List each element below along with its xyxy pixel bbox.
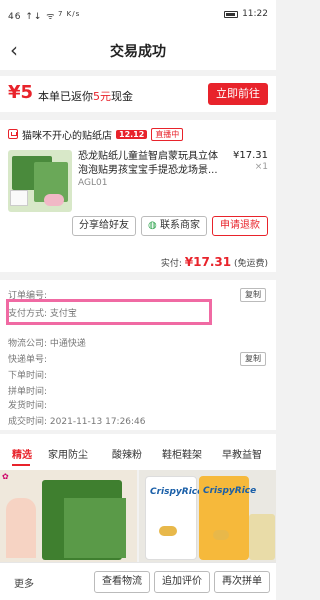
product-image[interactable] [8,150,72,212]
shop-icon [8,129,18,139]
status-bar: 46 ↑↓ ᯤ 7 K/s 11:22 [0,0,276,30]
nav-bar: ‹ 交易成功 [0,30,276,70]
deal-time: 成交时间: 2021-11-13 17:26:46 [8,417,146,427]
bottom-action-bar: 更多 查看物流 追加评价 再次拼单 [0,562,276,600]
feed-item-dino-toy[interactable]: ✿ [0,470,137,562]
highlight-annotation [6,299,212,325]
logistics-company: 物流公司: 中通快递 [8,339,86,349]
total-label: 实付: [160,259,182,269]
group-time-label: 拼单时间: [8,387,48,397]
tab-dustproof[interactable]: 家用防尘 [48,446,88,461]
tab-indicator [12,464,30,466]
product-title[interactable]: 恐龙贴纸儿童益智启蒙玩具立体泡泡贴男孩宝宝手提恐龙场景... [78,150,220,178]
order-card: 猫咪不开心的贴纸店 12.12 直播中 恐龙贴纸儿童益智启蒙玩具立体泡泡贴男孩宝… [0,120,276,252]
clock: 11:22 [242,9,268,19]
total-amount: ¥17.31 [184,255,232,269]
total-note: (免运费) [233,259,268,269]
copy-order-number-button[interactable]: 复制 [240,288,266,302]
status-right: 11:22 [224,9,268,19]
product-feed: ✿ CrispyRice CrispyRice [0,470,276,562]
network-speed: 7 K/s [58,10,81,18]
ship-time-label: 发货时间: [8,401,48,411]
feed-item-crispy-rice[interactable]: CrispyRice CrispyRice [139,470,276,562]
product-sku: AGL01 [78,178,108,188]
promo-1212-badge: 12.12 [116,129,148,139]
order-time-label: 下单时间: [8,371,48,381]
tab-featured[interactable]: 精选 [12,446,32,461]
cashback-amount: ¥5 [8,82,34,103]
more-button[interactable]: 更多 [14,575,34,590]
brand-label: CrispyRice [150,487,204,497]
signal-indicator: 46 ↑↓ ᯤ [8,12,56,22]
tab-early-education[interactable]: 早教益智 [222,446,262,461]
go-now-button[interactable]: 立即前往 [208,83,268,105]
total-row: 实付: ¥17.31 (免运费) [0,252,276,272]
share-button[interactable]: 分享给好友 [72,216,136,236]
tab-shoe-rack[interactable]: 鞋柜鞋架 [162,446,202,461]
track-shipment-button[interactable]: 查看物流 [94,571,150,593]
cashback-banner: ¥5 本单已返你5元现金 立即前往 [0,76,276,112]
page-title: 交易成功 [110,44,166,60]
rebuy-button[interactable]: 再次拼单 [214,571,270,593]
product-price: ¥17.31 [233,150,268,161]
recommendation-tabs: 精选 家用防尘 酸辣粉 鞋柜鞋架 早教益智 [0,434,276,470]
contact-seller-button[interactable]: ◍ 联系商家 [141,216,207,236]
tracking-number-label: 快递单号: [8,355,48,365]
order-actions: 分享给好友 ◍ 联系商家 申请退款 [0,216,276,238]
shop-name: 猫咪不开心的贴纸店 [22,130,112,142]
shop-row[interactable]: 猫咪不开心的贴纸店 12.12 直播中 [8,126,268,142]
tab-noodles[interactable]: 酸辣粉 [112,446,142,461]
chat-icon: ◍ [148,220,157,231]
product-quantity: ×1 [254,162,268,172]
battery-icon [224,10,239,18]
refund-button[interactable]: 申请退款 [212,216,268,236]
copy-tracking-number-button[interactable]: 复制 [240,352,266,366]
cashback-text: 本单已返你5元现金 [38,90,133,103]
live-badge: 直播中 [151,127,184,141]
add-review-button[interactable]: 追加评价 [154,571,210,593]
shop-logo-icon: ✿ [2,472,9,481]
